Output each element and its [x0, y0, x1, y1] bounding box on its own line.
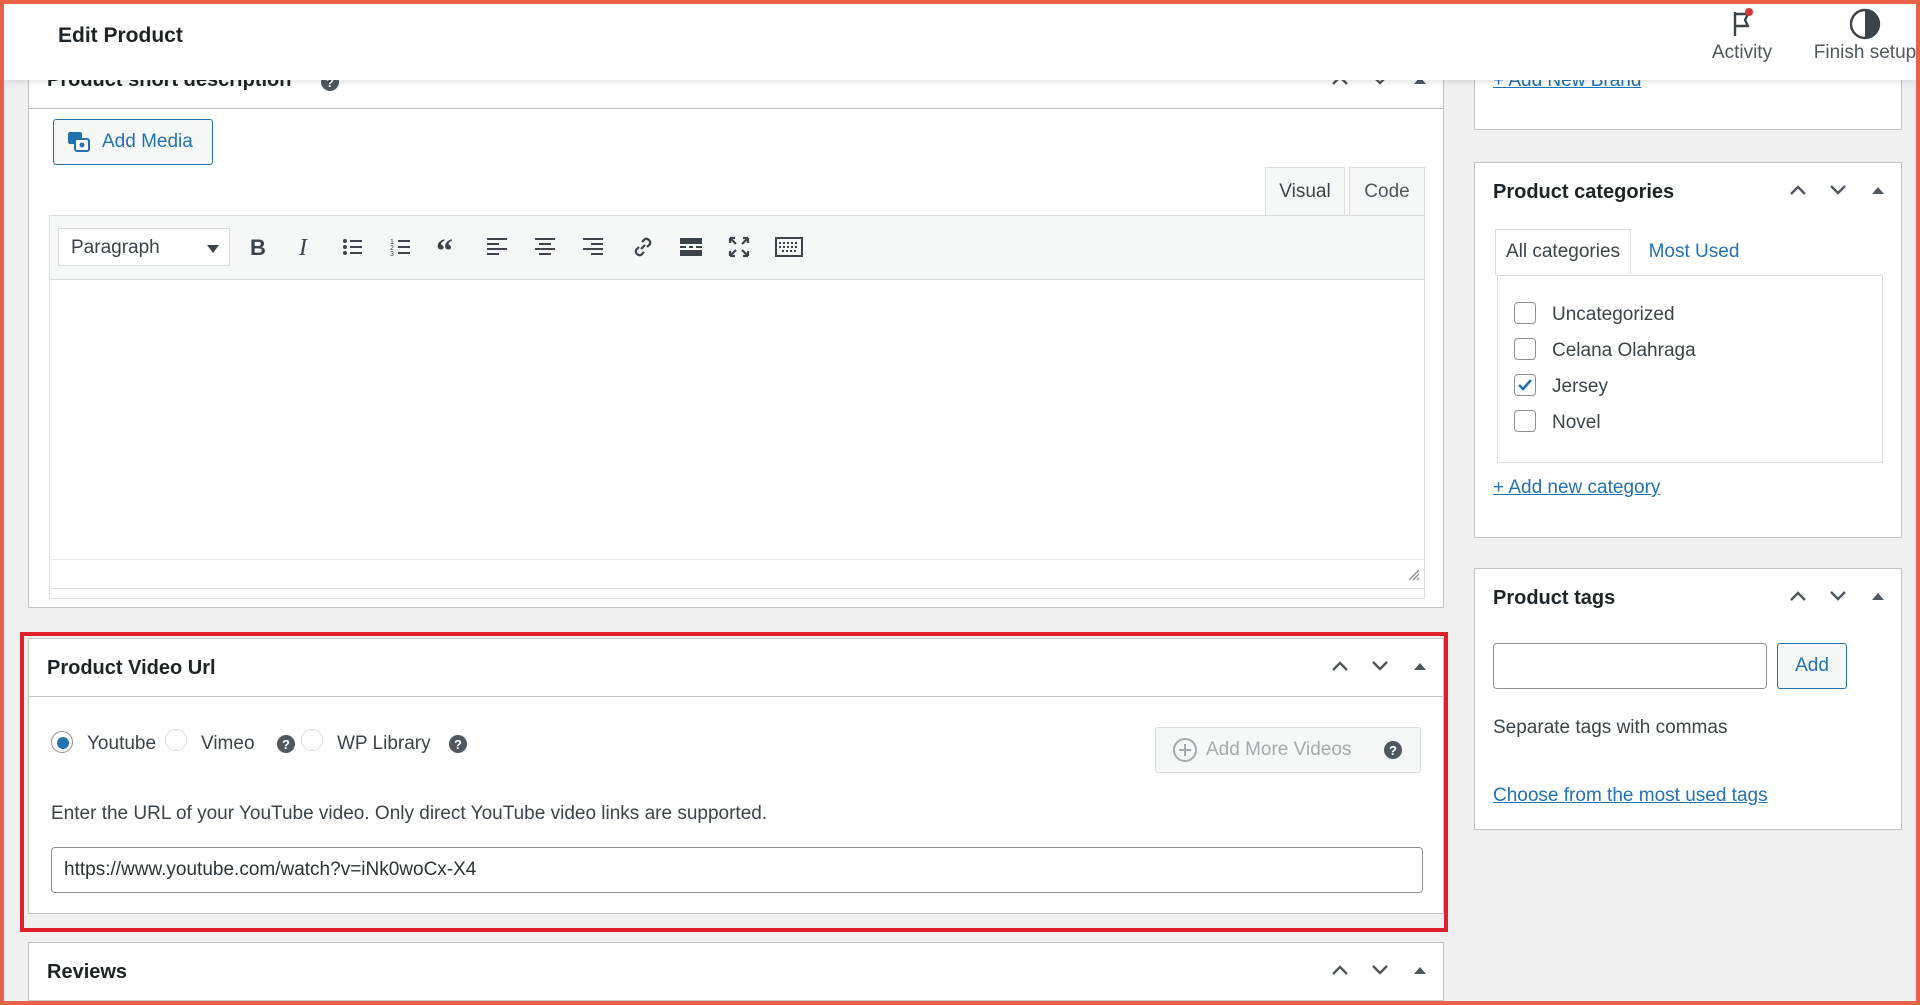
- tab-most-used[interactable]: Most Used: [1639, 229, 1749, 275]
- radio-youtube-label: Youtube: [87, 733, 157, 754]
- align-left-icon[interactable]: [480, 230, 514, 264]
- checkbox-celana-olahraga[interactable]: [1514, 338, 1536, 360]
- category-label: Celana Olahraga: [1552, 340, 1696, 361]
- add-more-videos-label: Add More Videos: [1206, 739, 1352, 760]
- radio-youtube[interactable]: [51, 731, 73, 753]
- category-list: Uncategorized Celana Olahraga Jersey Nov…: [1497, 275, 1883, 463]
- panel-controls: [1785, 177, 1891, 203]
- radio-vimeo[interactable]: [165, 729, 187, 751]
- chevron-down-icon[interactable]: [1367, 653, 1393, 679]
- finish-setup-button[interactable]: Finish setup: [1804, 6, 1917, 64]
- chevron-up-icon[interactable]: [1327, 653, 1353, 679]
- video-url-hint: Enter the URL of your YouTube video. Onl…: [51, 803, 768, 824]
- category-label: Uncategorized: [1552, 304, 1675, 325]
- tags-hint: Separate tags with commas: [1493, 717, 1728, 738]
- chevron-up-icon[interactable]: [1327, 957, 1353, 983]
- svg-text:B: B: [250, 235, 266, 259]
- reviews-title: Reviews: [47, 961, 128, 983]
- panel-controls: [1327, 653, 1433, 679]
- link-icon[interactable]: [626, 230, 660, 264]
- caret-down-icon: [207, 245, 219, 253]
- chevron-up-icon[interactable]: [1785, 177, 1811, 203]
- help-icon[interactable]: ?: [449, 735, 467, 753]
- fullscreen-icon[interactable]: [722, 230, 756, 264]
- flag-icon: [1700, 6, 1784, 42]
- product-categories-title: Product categories: [1493, 181, 1675, 203]
- tab-visual[interactable]: Visual: [1265, 167, 1345, 215]
- add-new-category-link[interactable]: + Add new category: [1493, 477, 1660, 499]
- radio-wp-library-label: WP Library: [337, 733, 431, 754]
- media-icon: [66, 130, 92, 154]
- italic-icon[interactable]: I: [288, 230, 322, 264]
- finish-setup-label: Finish setup: [1813, 42, 1917, 63]
- chevron-down-icon[interactable]: [1367, 957, 1393, 983]
- tag-input[interactable]: [1493, 643, 1767, 689]
- align-right-icon[interactable]: [576, 230, 610, 264]
- collapse-triangle-icon[interactable]: [1407, 653, 1433, 679]
- add-tag-label: Add: [1795, 655, 1829, 676]
- checkbox-uncategorized[interactable]: [1514, 302, 1536, 324]
- product-video-title: Product Video Url: [47, 657, 216, 679]
- app-frame: Edit Product Activity Finish setup Produ…: [0, 0, 1920, 1005]
- panel-controls: [1327, 957, 1433, 983]
- product-video-panel: Product Video Url Youtube Vimeo ? WP Lib…: [28, 638, 1444, 914]
- format-select-value: Paragraph: [71, 237, 160, 258]
- chevron-down-icon[interactable]: [1825, 583, 1851, 609]
- checkmark-icon: [1518, 379, 1532, 391]
- collapse-triangle-icon[interactable]: [1865, 583, 1891, 609]
- resize-handle-icon[interactable]: [1406, 567, 1420, 586]
- reviews-header: Reviews: [29, 943, 1443, 1001]
- blockquote-icon[interactable]: “: [432, 230, 466, 264]
- checkbox-novel[interactable]: [1514, 410, 1536, 432]
- choose-most-used-tags-link[interactable]: Choose from the most used tags: [1493, 785, 1768, 807]
- tab-code[interactable]: Code: [1349, 167, 1425, 215]
- product-categories-header: Product categories: [1475, 163, 1901, 219]
- help-icon[interactable]: ?: [277, 735, 295, 753]
- half-circle-icon: [1804, 6, 1916, 42]
- chevron-down-icon[interactable]: [1825, 177, 1851, 203]
- category-label: Novel: [1552, 412, 1601, 433]
- product-tags-panel: Product tags Add Separate tags with comm…: [1474, 568, 1902, 830]
- add-tag-button[interactable]: Add: [1777, 643, 1847, 689]
- numbered-list-icon[interactable]: 123: [384, 230, 418, 264]
- bold-icon[interactable]: B: [240, 230, 274, 264]
- page-title: Edit Product: [58, 24, 183, 47]
- collapse-triangle-icon[interactable]: [1865, 177, 1891, 203]
- top-header: Edit Product Activity Finish setup: [4, 4, 1916, 80]
- product-tags-title: Product tags: [1493, 587, 1616, 609]
- bullet-list-icon[interactable]: [336, 230, 370, 264]
- svg-text:3: 3: [390, 251, 394, 258]
- video-url-input[interactable]: [51, 847, 1423, 893]
- editor-status-bar: [49, 559, 1425, 589]
- product-tags-header: Product tags: [1475, 569, 1901, 625]
- activity-label: Activity: [1711, 42, 1773, 63]
- radio-wp-library[interactable]: [301, 729, 323, 751]
- editor-content-area[interactable]: [49, 279, 1425, 599]
- plus-circle-icon: [1172, 737, 1198, 763]
- reviews-panel: Reviews: [28, 942, 1444, 1001]
- radio-vimeo-label: Vimeo: [201, 733, 255, 754]
- checkbox-jersey[interactable]: [1514, 374, 1536, 396]
- add-more-videos-button[interactable]: Add More Videos ?: [1155, 727, 1421, 773]
- add-media-label: Add Media: [102, 131, 193, 152]
- svg-text:“: “: [436, 236, 453, 258]
- add-media-button[interactable]: Add Media: [53, 119, 213, 165]
- chevron-up-icon[interactable]: [1785, 583, 1811, 609]
- tab-all-categories[interactable]: All categories: [1495, 229, 1631, 275]
- svg-text:I: I: [298, 235, 308, 259]
- editor-toolbar: Paragraph B I 123 “: [49, 215, 1425, 279]
- product-video-header: Product Video Url: [29, 639, 1443, 697]
- help-icon[interactable]: ?: [1384, 741, 1402, 759]
- short-description-panel: Product short description ? Add Media Vi…: [28, 44, 1444, 608]
- collapse-triangle-icon[interactable]: [1407, 957, 1433, 983]
- product-categories-panel: Product categories All categories Most U…: [1474, 162, 1902, 538]
- panel-controls: [1785, 583, 1891, 609]
- toolbar-toggle-icon[interactable]: [772, 230, 806, 264]
- read-more-icon[interactable]: [674, 230, 708, 264]
- align-center-icon[interactable]: [528, 230, 562, 264]
- format-select[interactable]: Paragraph: [58, 228, 230, 266]
- category-label: Jersey: [1552, 376, 1608, 397]
- activity-button[interactable]: Activity: [1700, 6, 1784, 64]
